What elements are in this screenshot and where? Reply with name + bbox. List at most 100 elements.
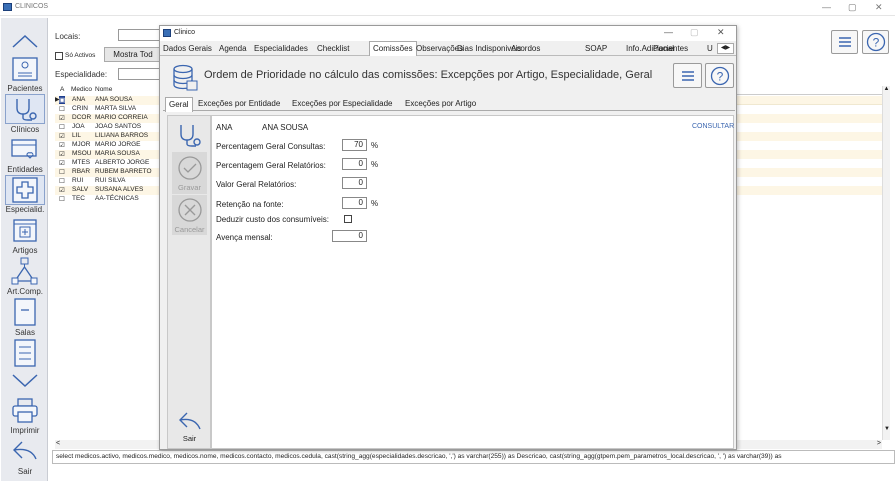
sidebar-scroll-up[interactable]: [5, 26, 45, 56]
tab-checklist[interactable]: Checklist: [317, 43, 349, 56]
gravar-label: Gravar: [178, 183, 201, 192]
sair-button[interactable]: Sair: [172, 410, 207, 448]
dialog-menu-button[interactable]: [673, 63, 702, 88]
locais-field[interactable]: [118, 29, 163, 41]
back-arrow-icon: [178, 412, 201, 430]
retencao-input[interactable]: 0: [342, 197, 367, 209]
sidebar-scroll-down[interactable]: [5, 366, 45, 396]
col-a-header[interactable]: A: [60, 86, 64, 93]
table-row[interactable]: ☐ TEC AA-TÉCNICAS: [55, 195, 165, 204]
row-medico-name: ALBERTO JORGE: [95, 159, 150, 166]
dialog-help-button[interactable]: ?: [705, 63, 734, 88]
sidebar-item-especialid[interactable]: [5, 175, 45, 205]
consultar-link[interactable]: CONSULTAR: [692, 123, 734, 130]
table-row[interactable]: ☐ CRIN MARTA SILVA: [55, 105, 165, 114]
tab-acordos[interactable]: Acordos: [511, 43, 540, 56]
sidebar-item-artcomp[interactable]: [5, 256, 45, 286]
row-medico-name: RUBEM BARRETO: [95, 168, 152, 175]
pct-relatorios-input[interactable]: 0: [342, 158, 367, 170]
subtab-excecoes-entidade[interactable]: Exceções por Entidade: [198, 99, 280, 108]
table-row[interactable]: ☐ JOA JOAO SANTOS: [55, 123, 165, 132]
valor-relatorios-input[interactable]: 0: [342, 177, 367, 189]
row-activo-checkbox: ☐: [59, 196, 65, 203]
row-activo-checkbox: ☑: [59, 187, 65, 194]
subtab-excecoes-especialidade[interactable]: Exceções por Especialidade: [292, 99, 393, 108]
deduzir-checkbox[interactable]: [344, 215, 352, 223]
menu-button[interactable]: [831, 30, 858, 54]
row-medico-name: LILIANA BARROS: [95, 132, 149, 139]
sair-label: Sair: [182, 434, 197, 443]
sidebar-item-label: Art.Comp.: [6, 287, 43, 296]
commission-subtabs: Geral Exceções por Entidade Exceções por…: [163, 97, 735, 112]
medicos-grid: ▣ ANA ANA SOUSA ☐ CRIN MARTA SILVA ☑ DCOR MARIO …: [55, 96, 165, 216]
so-activos-checkbox[interactable]: [55, 52, 63, 60]
sidebar-item-label: Especialid.: [5, 205, 45, 214]
commission-header-title: Ordem de Prioridade no cálculo das comis…: [204, 69, 653, 81]
tab-especialidades[interactable]: Especialidades: [254, 43, 308, 56]
scroll-right-arrow[interactable]: >: [877, 440, 881, 447]
pct-consultas-label: Percentagem Geral Consultas:: [216, 142, 326, 151]
sql-status-bar: select medicos.activo, medicos.medico, m…: [52, 450, 895, 464]
tab-pacientes[interactable]: Pacientes: [653, 43, 688, 56]
help-icon: ?: [866, 32, 885, 52]
dialog-maximize-button[interactable]: ▢: [690, 27, 699, 38]
grid-vscrollbar[interactable]: ▲ ▼: [882, 86, 890, 440]
sidebar-item-imprimir[interactable]: [5, 396, 45, 426]
table-row[interactable]: ☑ MSOU MARIA SOUSA: [55, 150, 165, 159]
door-icon: [14, 298, 36, 326]
row-activo-checkbox: ☑: [59, 160, 65, 167]
deduzir-label: Deduzir custo dos consumíveis:: [216, 215, 329, 224]
so-activos-label: Só Activos: [65, 52, 96, 59]
dialog-minimize-button[interactable]: —: [664, 27, 673, 37]
sidebar-item-entidades[interactable]: [5, 135, 45, 165]
col-medico-header[interactable]: Medico: [71, 86, 92, 93]
sidebar-item-pacientes[interactable]: [5, 54, 45, 84]
table-row[interactable]: ☑ SALV SUSANA ALVES: [55, 186, 165, 195]
subtab-geral[interactable]: Geral: [165, 97, 193, 112]
scroll-down-arrow[interactable]: ▼: [883, 426, 891, 432]
sidebar-item-label: Artigos: [12, 246, 38, 255]
app-title: CLINICOS: [15, 3, 49, 10]
table-row[interactable]: ☑ MJOR MARIO JORGE: [55, 141, 165, 150]
minimize-button[interactable]: —: [822, 2, 831, 12]
col-nome-header[interactable]: Nome: [95, 86, 112, 93]
avenca-input[interactable]: 0: [332, 230, 367, 242]
dialog-close-button[interactable]: ✕: [717, 27, 725, 38]
scroll-up-arrow[interactable]: ▲: [883, 86, 890, 92]
svg-text:?: ?: [872, 36, 879, 50]
row-medico-name: ANA SOUSA: [95, 96, 133, 103]
mostra-todos-button[interactable]: Mostra Tod: [104, 47, 162, 62]
table-row[interactable]: ☐ RBAR RUBEM BARRETO: [55, 168, 165, 177]
cancelar-button[interactable]: Cancelar: [172, 195, 207, 235]
sidebar-item-checklist[interactable]: [5, 338, 45, 368]
tab-u[interactable]: U: [707, 43, 713, 56]
table-row[interactable]: ▣ ANA ANA SOUSA: [55, 96, 165, 105]
scroll-left-arrow[interactable]: <: [56, 440, 60, 447]
close-button[interactable]: ✕: [875, 2, 883, 13]
tab-dados-gerais[interactable]: Dados Gerais: [163, 43, 212, 56]
clinico-dialog: Clinico — ▢ ✕ Dados Gerais Agenda Especial…: [159, 25, 737, 450]
table-row[interactable]: ☑ MTES ALBERTO JORGE: [55, 159, 165, 168]
table-row[interactable]: ☑ DCOR MARIO CORREIA: [55, 114, 165, 123]
tab-comiss-es[interactable]: Comissões: [369, 41, 417, 56]
sidebar-item-sair[interactable]: [5, 436, 45, 466]
gravar-button[interactable]: Gravar: [172, 152, 207, 194]
hamburger-icon: [838, 37, 851, 47]
sidebar-item-clinicos[interactable]: [5, 94, 45, 124]
table-row[interactable]: ☑ LIL LILIANA BARROS: [55, 132, 165, 141]
maximize-button[interactable]: ▢: [848, 2, 857, 13]
tab-soap[interactable]: SOAP: [585, 43, 607, 56]
table-row[interactable]: ☐ RUI RUI SILVA: [55, 177, 165, 186]
dialog-titlebar: Clinico — ▢ ✕: [160, 26, 736, 41]
tab-agenda[interactable]: Agenda: [219, 43, 247, 56]
row-medico-code: DCOR: [72, 114, 92, 121]
svg-text:?: ?: [716, 69, 723, 83]
sidebar-item-artigos[interactable]: [5, 215, 45, 245]
tab-scroll-arrows[interactable]: ◀▶: [717, 43, 734, 54]
help-button[interactable]: ?: [862, 30, 889, 54]
especialidade-field[interactable]: [118, 68, 163, 80]
pct-consultas-input[interactable]: 70: [342, 139, 367, 151]
sidebar-item-salas[interactable]: [5, 297, 45, 327]
subtab-excecoes-artigo[interactable]: Exceções por Artigo: [405, 99, 476, 108]
patient-card-icon: [12, 57, 38, 81]
